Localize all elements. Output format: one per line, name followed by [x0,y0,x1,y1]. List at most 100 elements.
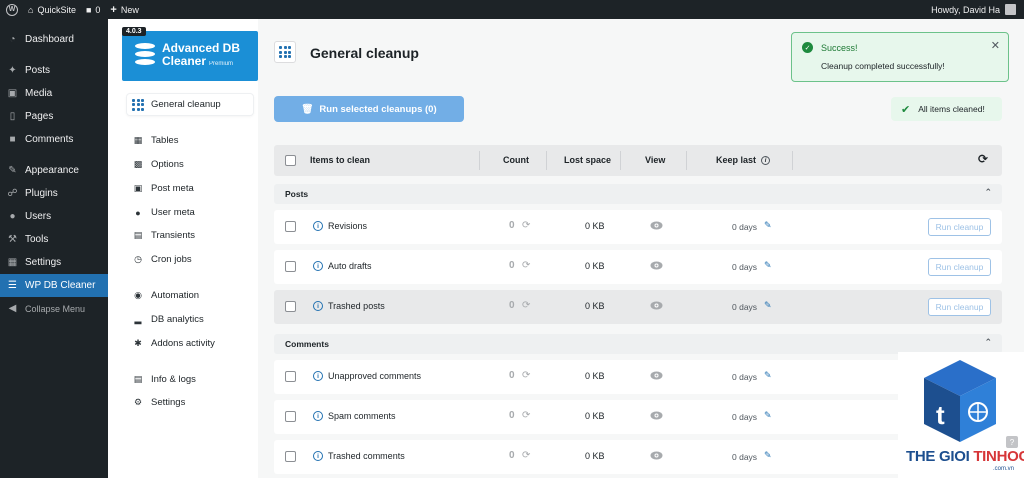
table-row: i Auto drafts 0 ⟳ 0 KB 0 days ✎ Run clea… [274,250,1002,284]
menu-pages[interactable]: ▯ Pages [0,105,108,128]
info-icon[interactable]: i [313,301,323,311]
eye-icon[interactable] [650,221,663,230]
nav-label: Options [151,159,184,170]
row-checkbox[interactable] [285,451,296,462]
row-count: 0 [509,450,515,461]
refresh-icon[interactable]: ⟳ [522,450,530,461]
menu-posts[interactable]: ✦ Posts [0,59,108,82]
info-icon[interactable]: i [313,451,323,461]
toast-title: Success! [821,43,858,53]
close-icon[interactable]: ✕ [991,39,1000,52]
pencil-icon[interactable]: ✎ [764,300,772,311]
nav-tables[interactable]: ▦ Tables [127,130,253,151]
menu-settings[interactable]: ▦ Settings [0,251,108,274]
menu-dashboard[interactable]: ◔ Dashboard [0,28,108,51]
home-icon: ⌂ [28,4,34,15]
new-content-link[interactable]: + New [110,4,138,16]
account-menu[interactable]: Howdy, David Ha [931,4,1016,15]
nav-label: Post meta [151,183,194,194]
eye-icon[interactable] [650,371,663,380]
run-cleanup-button[interactable]: Run cleanup [928,258,991,276]
pin-icon: ✦ [8,65,17,76]
table-row: i Trashed posts 0 ⟳ 0 KB 0 days ✎ Run cl… [274,290,1002,324]
row-lost-space: 0 KB [585,221,605,231]
keep-last-label: Keep last [716,155,757,165]
watermark-logo: t THE GIOI TINHOC .com.vn [898,352,1024,478]
row-checkbox[interactable] [285,411,296,422]
pencil-icon[interactable]: ✎ [764,260,772,271]
collapse-icon: ◀ [8,303,17,314]
nav-automation[interactable]: ◉ Automation [127,285,253,306]
run-selected-cleanups-button[interactable]: 🗑 Run selected cleanups (0) [274,96,464,122]
refresh-icon[interactable]: ⟳ [522,300,530,311]
run-cleanup-button[interactable]: Run cleanup [928,218,991,236]
nav-label: Automation [151,290,200,301]
row-keep-last: 0 days [732,412,758,422]
refresh-icon[interactable]: ⟳ [978,152,988,166]
menu-media[interactable]: ▣ Media [0,82,108,105]
refresh-icon[interactable]: ⟳ [522,370,530,381]
eye-icon[interactable] [650,261,663,270]
pencil-icon[interactable]: ✎ [764,370,772,381]
nav-options[interactable]: ▩ Options [127,154,253,175]
eye-icon[interactable] [650,411,663,420]
nav-addons-activity[interactable]: ✱ Addons activity [127,333,253,354]
pencil-icon[interactable]: ✎ [764,410,772,421]
nav-label: User meta [151,207,195,218]
menu-tools[interactable]: ⚒ Tools [0,228,108,251]
chevron-up-icon[interactable]: ⌃ [984,187,992,198]
row-count: 0 [509,410,515,421]
info-icon[interactable]: i [313,221,323,231]
watermark-text: THE GIOI TINHOC [906,448,1024,465]
select-all-checkbox[interactable] [285,155,296,166]
refresh-icon[interactable]: ⟳ [522,220,530,231]
menu-appearance[interactable]: ✎ Appearance [0,159,108,182]
nav-label: Addons activity [151,338,215,349]
nav-label: DB analytics [151,314,204,325]
row-checkbox[interactable] [285,261,296,272]
run-cleanup-button[interactable]: Run cleanup [928,298,991,316]
row-checkbox[interactable] [285,221,296,232]
nav-settings[interactable]: ⚙ Settings [127,392,253,413]
nav-db-analytics[interactable]: ▂ DB analytics [127,309,253,330]
help-icon[interactable]: ? [1006,436,1018,448]
database-icon: ☰ [8,280,17,291]
comments-link[interactable]: ■ 0 [86,5,100,15]
refresh-icon[interactable]: ⟳ [522,410,530,421]
section-posts[interactable]: Posts ⌃ [274,184,1002,204]
nav-cron-jobs[interactable]: ◷ Cron jobs [127,249,253,270]
grid-icon [279,46,291,58]
row-name: Auto drafts [328,261,372,271]
nav-label: Info & logs [151,374,196,385]
info-icon[interactable]: i [313,411,323,421]
col-items-to-clean: Items to clean [310,155,371,165]
menu-plugins[interactable]: ☍ Plugins [0,182,108,205]
nav-user-meta[interactable]: ● User meta [127,202,253,223]
howdy-text: Howdy, David Ha [931,4,1000,15]
nav-post-meta[interactable]: ▣ Post meta [127,178,253,199]
site-name-link[interactable]: ⌂ QuickSite [28,5,76,15]
menu-comments[interactable]: ■ Comments [0,128,108,151]
eye-icon[interactable] [650,451,663,460]
collapse-menu-button[interactable]: ◀ Collapse Menu [0,297,108,320]
row-checkbox[interactable] [285,301,296,312]
menu-users[interactable]: ● Users [0,205,108,228]
eye-icon[interactable] [650,301,663,310]
pencil-icon[interactable]: ✎ [764,450,772,461]
pencil-icon[interactable]: ✎ [764,220,772,231]
info-icon[interactable]: i [761,156,771,166]
chevron-up-icon[interactable]: ⌃ [984,337,992,348]
grid-menu-button[interactable] [274,41,296,63]
section-comments[interactable]: Comments ⌃ [274,334,1002,354]
menu-wp-db-cleaner[interactable]: ☰ WP DB Cleaner [0,274,108,297]
nav-general-cleanup[interactable]: General cleanup [127,94,253,115]
nav-info-logs[interactable]: ▤ Info & logs [127,369,253,390]
wp-logo-menu[interactable]: W [6,3,18,16]
nav-transients[interactable]: ▤ Transients [127,225,253,246]
row-checkbox[interactable] [285,371,296,382]
info-icon[interactable]: i [313,261,323,271]
refresh-icon[interactable]: ⟳ [522,260,530,271]
trash-icon: 🗑 [301,103,314,115]
row-keep-last: 0 days [732,222,758,232]
info-icon[interactable]: i [313,371,323,381]
